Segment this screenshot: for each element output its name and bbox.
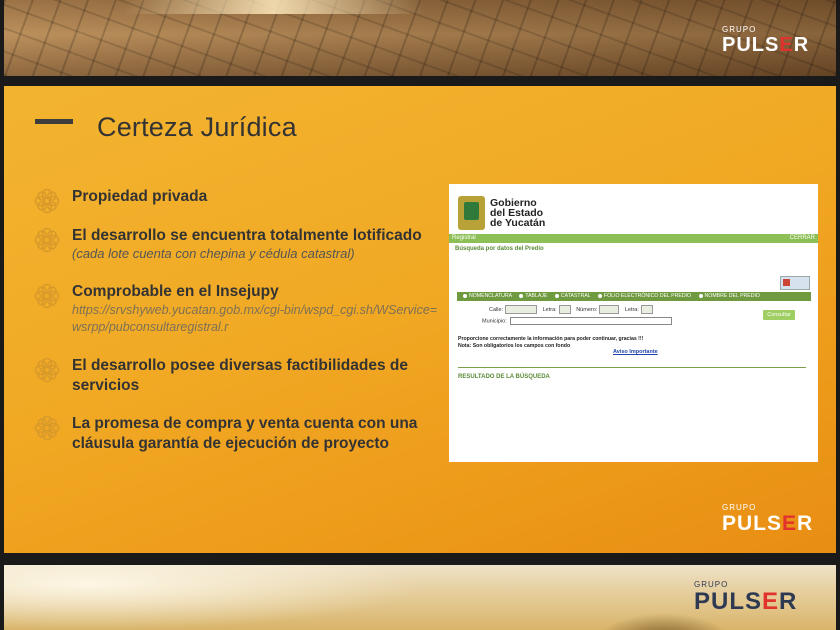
list-item: La promesa de compra y venta cuenta con … <box>32 414 442 456</box>
logo-puls: PULS <box>694 588 763 615</box>
results-heading: RESULTADO DE LA BÚSQUEDA <box>458 374 550 380</box>
logo-r: R <box>797 512 814 535</box>
divider <box>458 367 806 368</box>
search-options-bar: NOMENCLATURA TABLAJE CATASTRAL FOLIO ELE… <box>457 292 811 301</box>
instructions-text: Proporcione correctamente la información… <box>458 336 644 349</box>
logo-r: R <box>779 588 798 615</box>
logo-e: E <box>779 34 794 56</box>
flower-bullet-icon <box>34 188 60 214</box>
flower-bullet-icon <box>34 283 60 309</box>
item-text: Comprobable en el Insejupy https://srvshy… <box>72 282 442 336</box>
next-slide-strip: GRUPO PULSER <box>4 565 836 630</box>
item-text: La promesa de compra y venta cuenta con … <box>72 415 418 452</box>
option-folio: FOLIO ELECTRÓNICO DEL PREDIO <box>598 293 691 299</box>
pulser-logo-bottom: GRUPO PULSER <box>694 581 797 615</box>
logo-r: R <box>793 34 810 56</box>
item-text: Propiedad privada <box>72 188 208 205</box>
item-text: El desarrollo se encuentra totalmente lo… <box>72 226 442 262</box>
sky-haze <box>4 565 424 630</box>
logo-grupo-text: GRUPO <box>722 503 757 512</box>
logo-e: E <box>762 588 780 615</box>
current-slide: Certeza Jurídica Propiedad privada El de… <box>4 86 836 553</box>
municipio-select <box>509 317 672 325</box>
previous-slide-strip: GRUPO PULSER <box>4 0 836 76</box>
logo-puls: PULS <box>722 34 780 56</box>
list-item: Propiedad privada <box>32 187 442 217</box>
logo-grupo-text: GRUPO <box>722 25 757 34</box>
logo-puls: PULS <box>722 512 783 535</box>
option-nombre: NOMBRE DEL PREDIO <box>699 293 760 299</box>
print-tools-icon <box>780 276 810 290</box>
aviso-link: Aviso Importante <box>613 349 658 355</box>
light-glare <box>124 0 424 14</box>
bar-left-label: Registral <box>452 235 476 241</box>
pulser-logo-main: GRUPO PULSER <box>722 503 814 536</box>
flower-bullet-icon <box>34 415 60 441</box>
list-item: El desarrollo posee diversas factibilida… <box>32 356 442 398</box>
gov-line-3: de Yucatán <box>490 217 546 229</box>
flower-bullet-icon <box>34 227 60 253</box>
address-fields-row: Calle: Letra: Número: Letra: <box>489 305 657 314</box>
option-catastral: CATASTRAL <box>555 293 591 299</box>
palm-silhouette <box>594 613 734 630</box>
gov-header: Gobierno del Estado de Yucatán <box>490 198 546 229</box>
option-nomenclatura: NOMENCLATURA <box>463 293 512 299</box>
yucatan-seal-icon <box>458 196 485 230</box>
list-item: El desarrollo se encuentra totalmente lo… <box>32 226 442 266</box>
title-dash <box>35 119 73 124</box>
registry-website-screenshot: Gobierno del Estado de Yucatán Registral… <box>449 184 818 462</box>
insejupy-link[interactable]: https://srvshyweb.yucatan.gob.mx/cgi-bin… <box>72 302 442 336</box>
flower-bullet-icon <box>34 357 60 383</box>
consultar-button: Consultar <box>763 310 795 320</box>
search-heading: Búsqueda por datos del Predio <box>455 246 544 252</box>
option-tablaje: TABLAJE <box>519 293 547 299</box>
green-nav-bar: Registral CERRAR <box>449 234 818 243</box>
logo-e: E <box>782 512 798 535</box>
item-subtext: (cada lote cuenta con chepina y cédula c… <box>72 246 355 261</box>
close-link: CERRAR <box>789 235 815 241</box>
slide-title: Certeza Jurídica <box>97 112 297 142</box>
item-text: El desarrollo posee diversas factibilida… <box>72 357 408 394</box>
municipio-row: Municipio: <box>482 317 672 325</box>
pulser-logo-top: GRUPO PULSER <box>722 25 810 57</box>
list-item: Comprobable en el Insejupy https://srvshy… <box>32 282 442 338</box>
